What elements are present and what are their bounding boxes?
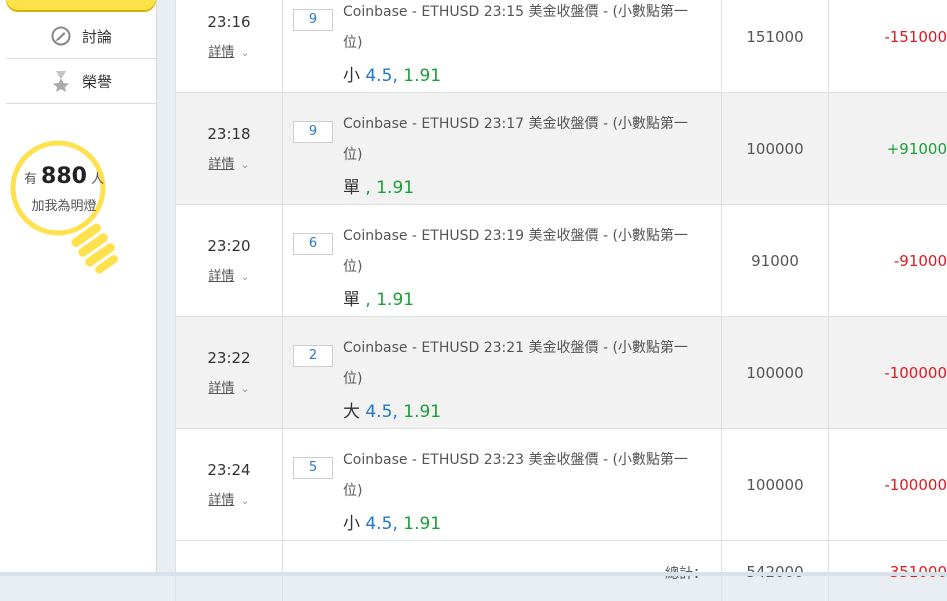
odds-separator: , [392,402,403,422]
odds-separator: , [392,66,403,86]
odds-secondary: 1.91 [403,66,441,86]
bet-pick: 單 , 1.91 [343,285,701,310]
bet-time: 23:20 [176,237,282,255]
bet-pick: 小 4.5, 1.91 [343,509,701,534]
discussion-icon [50,25,72,47]
odds-primary: 4.5 [365,66,392,86]
total-row: 總計： 542000 -351000 [176,541,947,601]
sidebar: 討論 榮譽 有 880 人 加我為明燈 [0,0,157,576]
time-cell: 23:20 詳情 ⌄ [176,205,283,317]
result-cell: -151000 [829,0,947,93]
bet-pick: 小 4.5, 1.91 [343,61,701,86]
medal-icon [50,70,72,92]
bet-description: Coinbase - ETHUSD 23:19 美金收盤價 - (小數點第一位) [343,221,701,283]
amount-cell: 91000 [722,205,829,317]
bet-time: 23:16 [176,13,282,31]
chevron-down-icon: ⌄ [240,46,249,59]
lamp-count-number: 880 [41,164,87,189]
chevron-down-icon: ⌄ [240,494,249,507]
detail-link[interactable]: 詳情 ⌄ [208,489,249,508]
pick-label: 小 [343,514,360,534]
lamp-count: 有 880 人 [21,164,107,189]
time-cell: 23:22 詳情 ⌄ [176,317,283,429]
table-row: 23:24 詳情 ⌄ 5 Coinbase - ETHUSD 23:23 美金收盤… [176,429,947,541]
bet-history-table: 23:16 詳情 ⌄ 9 Coinbase - ETHUSD 23:15 美金收盤… [175,0,947,576]
odds-secondary: 1.91 [376,178,414,198]
bet-pick: 單 , 1.91 [343,173,701,198]
result-cell: -91000 [829,205,947,317]
bet-description: Coinbase - ETHUSD 23:17 美金收盤價 - (小數點第一位) [343,109,701,171]
pick-label: 大 [343,402,360,422]
detail-link[interactable]: 詳情 ⌄ [208,41,249,60]
odds-secondary: 1.91 [403,514,441,534]
detail-label: 詳情 [208,381,234,396]
odds-primary: 4.5 [365,402,392,422]
window-bottom-edge [0,572,947,576]
description-cell: 5 Coinbase - ETHUSD 23:23 美金收盤價 - (小數點第一… [283,429,722,541]
total-label: 總計： [283,541,722,601]
result-cell: +91000 [829,93,947,205]
detail-link[interactable]: 詳情 ⌄ [208,377,249,396]
amount-cell: 100000 [722,93,829,205]
amount-cell: 151000 [722,0,829,93]
detail-label: 詳情 [208,157,234,172]
description-cell: 2 Coinbase - ETHUSD 23:21 美金收盤價 - (小數點第一… [283,317,722,429]
active-tab-indicator[interactable] [6,0,156,10]
time-cell: 23:16 詳情 ⌄ [176,0,283,93]
bet-description: Coinbase - ETHUSD 23:21 美金收盤價 - (小數點第一位) [343,333,701,395]
amount-cell: 100000 [722,317,829,429]
sidebar-item-label: 討論 [82,26,112,47]
detail-label: 詳情 [208,493,234,508]
sidebar-item-honor[interactable]: 榮譽 [6,59,156,104]
chevron-down-icon: ⌄ [240,382,249,395]
bet-table: 23:16 詳情 ⌄ 9 Coinbase - ETHUSD 23:15 美金收盤… [175,0,947,601]
quantity-box[interactable]: 9 [293,121,333,143]
odds-secondary: 1.91 [403,402,441,422]
detail-link[interactable]: 詳情 ⌄ [208,265,249,284]
detail-link[interactable]: 詳情 ⌄ [208,153,249,172]
result-cell: -100000 [829,317,947,429]
quantity-box[interactable]: 9 [293,9,333,31]
lamp-prefix: 有 [24,172,37,187]
odds-primary: 4.5 [365,514,392,534]
total-result: -351000 [829,541,947,601]
detail-label: 詳情 [208,45,234,60]
table-row: 23:22 詳情 ⌄ 2 Coinbase - ETHUSD 23:21 美金收盤… [176,317,947,429]
result-cell: -100000 [829,429,947,541]
bet-time: 23:18 [176,125,282,143]
lamp-subtitle[interactable]: 加我為明燈 [16,195,112,214]
total-empty-cell [176,541,283,601]
lamp-suffix: 人 [91,172,104,187]
chevron-down-icon: ⌄ [240,270,249,283]
amount-cell: 100000 [722,429,829,541]
detail-label: 詳情 [208,269,234,284]
pick-label: 單 [343,178,360,198]
bet-description: Coinbase - ETHUSD 23:15 美金收盤價 - (小數點第一位) [343,0,701,59]
pick-label: 單 [343,290,360,310]
bet-time: 23:22 [176,349,282,367]
description-cell: 9 Coinbase - ETHUSD 23:17 美金收盤價 - (小數點第一… [283,93,722,205]
time-cell: 23:24 詳情 ⌄ [176,429,283,541]
quantity-box[interactable]: 5 [293,457,333,479]
total-amount: 542000 [722,541,829,601]
quantity-box[interactable]: 2 [293,345,333,367]
sidebar-item-discussion[interactable]: 討論 [6,14,156,59]
time-cell: 23:18 詳情 ⌄ [176,93,283,205]
odds-separator: , [392,514,403,534]
odds-separator: , [365,290,376,310]
description-cell: 6 Coinbase - ETHUSD 23:19 美金收盤價 - (小數點第一… [283,205,722,317]
odds-secondary: 1.91 [376,290,414,310]
table-row: 23:20 詳情 ⌄ 6 Coinbase - ETHUSD 23:19 美金收盤… [176,205,947,317]
odds-separator: , [365,178,376,198]
bet-pick: 大 4.5, 1.91 [343,397,701,422]
quantity-box[interactable]: 6 [293,233,333,255]
pick-label: 小 [343,66,360,86]
bet-description: Coinbase - ETHUSD 23:23 美金收盤價 - (小數點第一位) [343,445,701,507]
sidebar-item-label: 榮譽 [82,71,112,92]
bet-time: 23:24 [176,461,282,479]
table-row: 23:16 詳情 ⌄ 9 Coinbase - ETHUSD 23:15 美金收盤… [176,0,947,93]
description-cell: 9 Coinbase - ETHUSD 23:15 美金收盤價 - (小數點第一… [283,0,722,93]
table-row: 23:18 詳情 ⌄ 9 Coinbase - ETHUSD 23:17 美金收盤… [176,93,947,205]
chevron-down-icon: ⌄ [240,158,249,171]
